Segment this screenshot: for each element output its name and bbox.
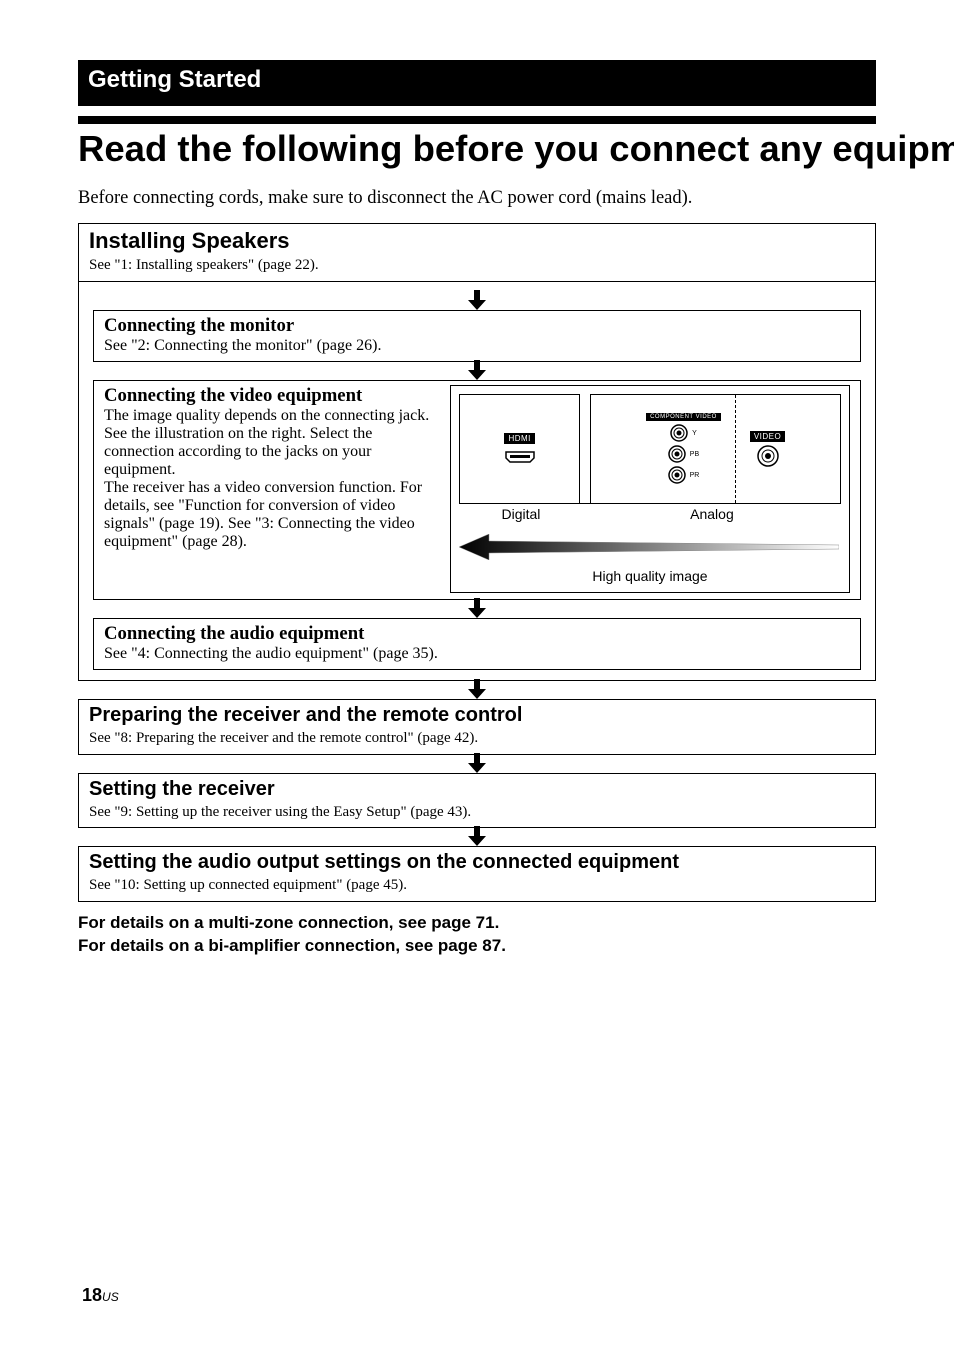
quality-gradient-arrow <box>459 534 841 560</box>
step-subtext: See "2: Connecting the monitor" (page 26… <box>104 337 850 355</box>
page-number-value: 18 <box>82 1285 102 1305</box>
step-body: The image quality depends on the connect… <box>104 407 438 551</box>
digital-analog-labels: Digital Analog <box>459 503 841 524</box>
dashed-divider <box>735 395 736 503</box>
component-video-column: COMPONENT VIDEO Y PB <box>646 413 721 484</box>
step-box-connecting-audio: Connecting the audio equipment See "4: C… <box>93 618 861 670</box>
step-box-setting-receiver: Setting the receiver See "9: Setting up … <box>78 773 876 829</box>
outer-connection-group: Connecting the monitor See "2: Connectin… <box>78 281 876 681</box>
step-subtext: See "8: Preparing the receiver and the r… <box>89 729 865 748</box>
hdmi-port-icon <box>504 450 536 464</box>
arrow-down-icon <box>93 598 861 620</box>
step-box-preparing-receiver: Preparing the receiver and the remote co… <box>78 699 876 755</box>
rca-jack-icon <box>668 466 686 484</box>
step-title: Setting the audio output settings on the… <box>89 851 865 874</box>
step-title: Connecting the audio equipment <box>104 623 850 645</box>
page-title: Read the following before you connect an… <box>78 116 876 170</box>
page-number: 18US <box>82 1285 119 1306</box>
arrow-down-icon <box>93 360 861 382</box>
rca-jack-icon <box>757 445 779 467</box>
step-title: Connecting the video equipment <box>104 385 438 407</box>
footnote-multizone: For details on a multi-zone connection, … <box>78 912 876 935</box>
quality-label: High quality image <box>459 568 841 584</box>
intro-paragraph: Before connecting cords, make sure to di… <box>78 188 876 209</box>
step-title: Setting the receiver <box>89 778 865 801</box>
step-subtext: See "4: Connecting the audio equipment" … <box>104 645 850 663</box>
rca-jack-icon <box>670 424 688 442</box>
step-box-connecting-monitor: Connecting the monitor See "2: Connectin… <box>93 310 861 362</box>
step-box-connecting-video: Connecting the video equipment The image… <box>93 380 861 600</box>
arrow-down-icon <box>78 826 876 848</box>
video-label: VIDEO <box>750 431 785 442</box>
pr-label: PR <box>690 472 700 479</box>
rca-jack-icon <box>668 445 686 463</box>
pb-label: PB <box>690 451 699 458</box>
hdmi-label: HDMI <box>504 433 534 444</box>
footnotes: For details on a multi-zone connection, … <box>78 912 876 958</box>
arrow-down-icon <box>78 753 876 775</box>
composite-video-column: VIDEO <box>750 431 785 467</box>
step-title: Preparing the receiver and the remote co… <box>89 704 865 727</box>
analog-label: Analog <box>583 504 841 524</box>
video-jack-diagram: HDMI COMPONENT VIDEO <box>450 385 850 593</box>
section-header: Getting Started <box>78 60 876 106</box>
step-box-installing-speakers: Installing Speakers See "1: Installing s… <box>78 223 876 282</box>
component-label: COMPONENT VIDEO <box>646 413 721 421</box>
step-box-audio-output-settings: Setting the audio output settings on the… <box>78 846 876 902</box>
y-label: Y <box>692 430 697 437</box>
analog-jack-box: COMPONENT VIDEO Y PB <box>590 394 841 504</box>
step-subtext: See "9: Setting up the receiver using th… <box>89 803 865 822</box>
step-title: Connecting the monitor <box>104 315 850 337</box>
step-subtext: See "10: Setting up connected equipment"… <box>89 876 865 895</box>
footnote-biamp: For details on a bi-amplifier connection… <box>78 935 876 958</box>
page-number-suffix: US <box>102 1290 119 1304</box>
step-title: Installing Speakers <box>89 228 865 254</box>
arrow-down-icon <box>93 290 861 312</box>
step-subtext: See "1: Installing speakers" (page 22). <box>89 256 865 275</box>
arrow-down-icon <box>78 679 876 701</box>
digital-label: Digital <box>459 504 583 524</box>
hdmi-jack-box: HDMI <box>459 394 580 504</box>
